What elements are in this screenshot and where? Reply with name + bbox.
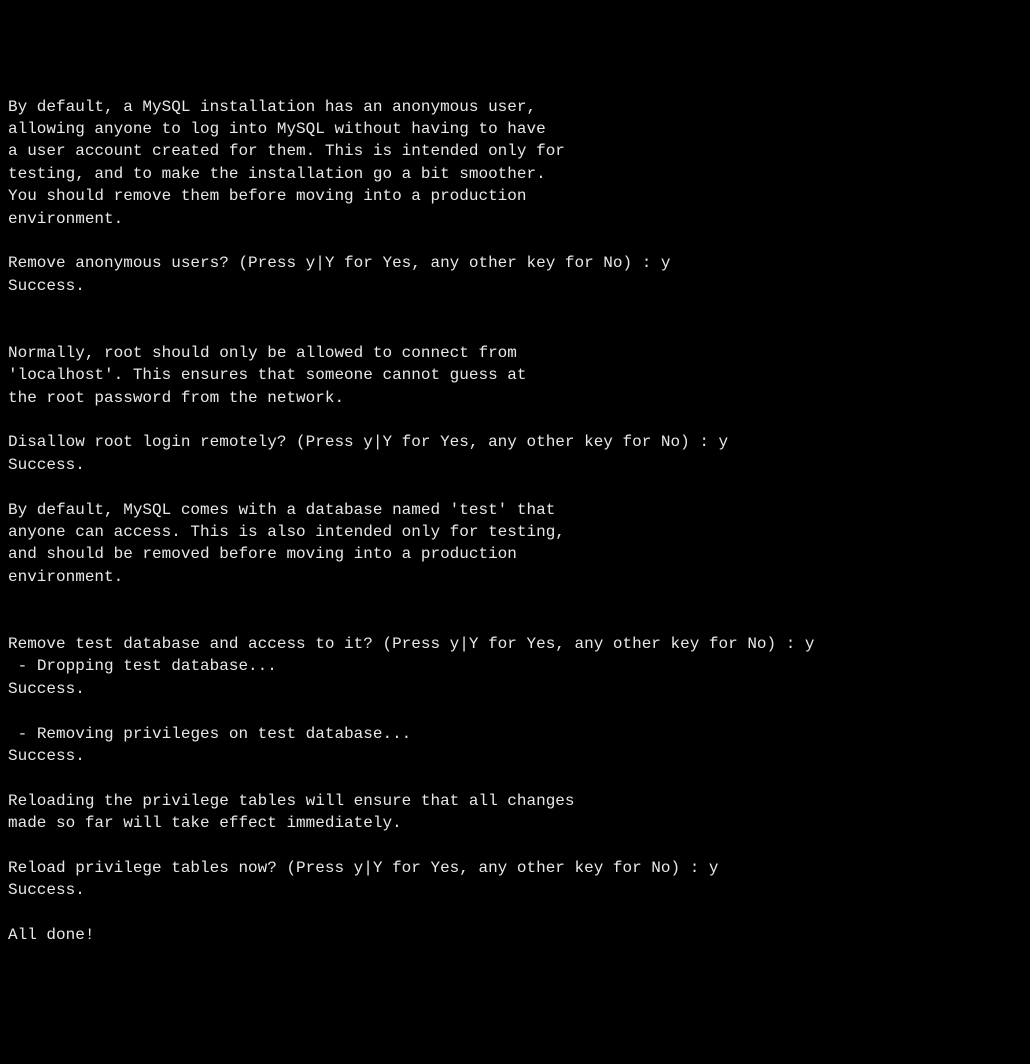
- terminal-line: [8, 588, 1022, 610]
- terminal-line: All done!: [8, 924, 1022, 946]
- terminal-line: Success.: [8, 678, 1022, 700]
- terminal-line: Success.: [8, 745, 1022, 767]
- terminal-line: [8, 902, 1022, 924]
- terminal-line: [8, 409, 1022, 431]
- terminal-line: the root password from the network.: [8, 387, 1022, 409]
- terminal-line: By default, MySQL comes with a database …: [8, 499, 1022, 521]
- terminal-line: - Dropping test database...: [8, 655, 1022, 677]
- terminal-line: Reloading the privilege tables will ensu…: [8, 790, 1022, 812]
- terminal-line: [8, 476, 1022, 498]
- terminal-output: By default, a MySQL installation has an …: [8, 96, 1022, 947]
- terminal-line: [8, 230, 1022, 252]
- terminal-line: Disallow root login remotely? (Press y|Y…: [8, 431, 1022, 453]
- terminal-line: Remove test database and access to it? (…: [8, 633, 1022, 655]
- terminal-line: made so far will take effect immediately…: [8, 812, 1022, 834]
- terminal-line: Success.: [8, 454, 1022, 476]
- terminal-line: Reload privilege tables now? (Press y|Y …: [8, 857, 1022, 879]
- terminal-line: [8, 700, 1022, 722]
- terminal-line: [8, 611, 1022, 633]
- terminal-line: - Removing privileges on test database..…: [8, 723, 1022, 745]
- terminal-line: a user account created for them. This is…: [8, 140, 1022, 162]
- terminal-line: and should be removed before moving into…: [8, 543, 1022, 565]
- terminal-line: environment.: [8, 566, 1022, 588]
- terminal-line: Success.: [8, 275, 1022, 297]
- terminal-line: [8, 319, 1022, 341]
- terminal-line: testing, and to make the installation go…: [8, 163, 1022, 185]
- terminal-line: [8, 834, 1022, 856]
- terminal-line: allowing anyone to log into MySQL withou…: [8, 118, 1022, 140]
- terminal-line: environment.: [8, 208, 1022, 230]
- terminal-line: anyone can access. This is also intended…: [8, 521, 1022, 543]
- terminal-line: Success.: [8, 879, 1022, 901]
- terminal-line: 'localhost'. This ensures that someone c…: [8, 364, 1022, 386]
- terminal-line: You should remove them before moving int…: [8, 185, 1022, 207]
- terminal-line: [8, 767, 1022, 789]
- terminal-line: By default, a MySQL installation has an …: [8, 96, 1022, 118]
- terminal-line: Normally, root should only be allowed to…: [8, 342, 1022, 364]
- terminal-line: [8, 297, 1022, 319]
- terminal-line: Remove anonymous users? (Press y|Y for Y…: [8, 252, 1022, 274]
